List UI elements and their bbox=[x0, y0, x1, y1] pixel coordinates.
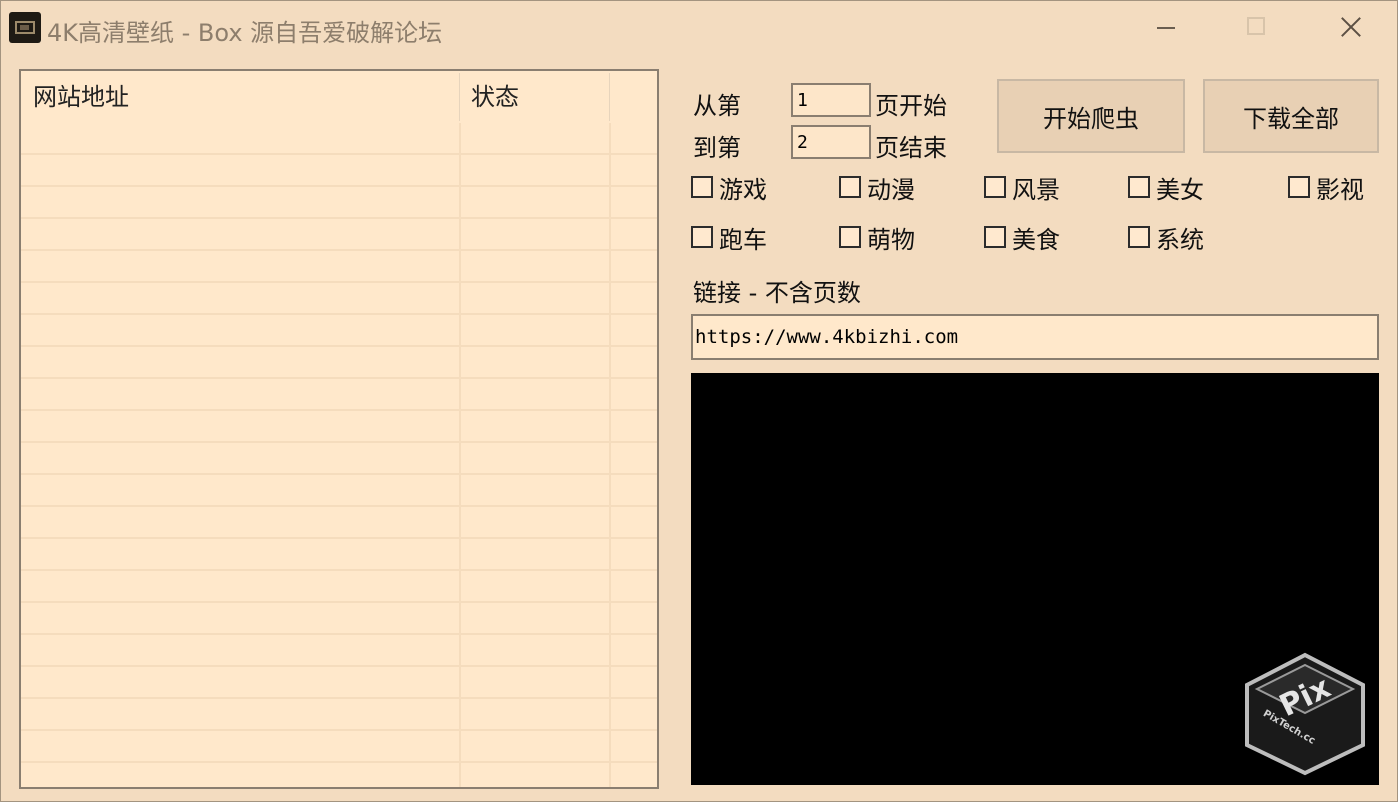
checkbox-box[interactable] bbox=[839, 226, 861, 248]
title-bar[interactable]: 4K高清壁纸 - Box 源自吾爱破解论坛 bbox=[1, 1, 1397, 53]
table-row[interactable] bbox=[21, 187, 657, 219]
url-status-list[interactable]: 网站地址 状态 bbox=[19, 69, 659, 789]
checkbox-label: 游戏 bbox=[719, 175, 767, 204]
table-row[interactable] bbox=[21, 123, 657, 155]
checkbox-label: 美食 bbox=[1012, 225, 1060, 254]
category-checkbox-beauty[interactable]: 美女 bbox=[1128, 172, 1204, 204]
table-row[interactable] bbox=[21, 699, 657, 731]
checkbox-box[interactable] bbox=[1128, 176, 1150, 198]
checkbox-label: 跑车 bbox=[719, 225, 767, 254]
checkbox-label: 风景 bbox=[1012, 175, 1060, 204]
table-row[interactable] bbox=[21, 283, 657, 315]
checkbox-label: 美女 bbox=[1156, 175, 1204, 204]
table-row[interactable] bbox=[21, 411, 657, 443]
log-output-panel[interactable]: Pix PixTech.cc bbox=[691, 373, 1379, 785]
table-row[interactable] bbox=[21, 443, 657, 475]
checkbox-box[interactable] bbox=[839, 176, 861, 198]
list-rows bbox=[21, 123, 657, 787]
checkbox-box[interactable] bbox=[691, 226, 713, 248]
table-row[interactable] bbox=[21, 763, 657, 787]
checkbox-box[interactable] bbox=[691, 176, 713, 198]
table-row[interactable] bbox=[21, 635, 657, 667]
checkbox-box[interactable] bbox=[1288, 176, 1310, 198]
window-title: 4K高清壁纸 - Box 源自吾爱破解论坛 bbox=[47, 19, 443, 47]
table-row[interactable] bbox=[21, 539, 657, 571]
category-checkbox-anime[interactable]: 动漫 bbox=[839, 172, 915, 204]
table-row[interactable] bbox=[21, 155, 657, 187]
to-page-label: 到第 bbox=[693, 134, 741, 162]
checkbox-label: 系统 bbox=[1156, 225, 1204, 254]
app-window: 4K高清壁纸 - Box 源自吾爱破解论坛 网站地址 状态 从第 页开始 到第 … bbox=[0, 0, 1398, 802]
close-button[interactable] bbox=[1327, 1, 1373, 53]
table-row[interactable] bbox=[21, 315, 657, 347]
checkbox-box[interactable] bbox=[1128, 226, 1150, 248]
app-icon bbox=[9, 12, 41, 43]
table-row[interactable] bbox=[21, 251, 657, 283]
start-crawl-button[interactable]: 开始爬虫 bbox=[997, 79, 1185, 153]
table-row[interactable] bbox=[21, 379, 657, 411]
minimize-button[interactable] bbox=[1141, 1, 1187, 53]
category-checkbox-scenery[interactable]: 风景 bbox=[984, 172, 1060, 204]
from-page-input[interactable] bbox=[791, 83, 871, 117]
table-row[interactable] bbox=[21, 731, 657, 763]
to-page-suffix: 页结束 bbox=[875, 134, 947, 162]
from-page-suffix: 页开始 bbox=[875, 92, 947, 120]
checkbox-box[interactable] bbox=[984, 226, 1006, 248]
column-divider[interactable] bbox=[609, 73, 610, 121]
checkbox-label: 动漫 bbox=[867, 175, 915, 204]
download-all-button[interactable]: 下载全部 bbox=[1203, 79, 1379, 153]
table-row[interactable] bbox=[21, 219, 657, 251]
base-url-input[interactable] bbox=[691, 314, 1379, 360]
grid-line bbox=[459, 123, 461, 787]
table-row[interactable] bbox=[21, 667, 657, 699]
category-checkbox-film[interactable]: 影视 bbox=[1288, 172, 1364, 204]
table-row[interactable] bbox=[21, 603, 657, 635]
column-header-status[interactable]: 状态 bbox=[459, 71, 609, 123]
table-row[interactable] bbox=[21, 571, 657, 603]
category-checkbox-cars[interactable]: 跑车 bbox=[691, 222, 767, 254]
maximize-button[interactable] bbox=[1234, 1, 1280, 53]
link-label: 链接 - 不含页数 bbox=[693, 279, 861, 307]
category-checkbox-food[interactable]: 美食 bbox=[984, 222, 1060, 254]
table-row[interactable] bbox=[21, 475, 657, 507]
table-row[interactable] bbox=[21, 347, 657, 379]
to-page-input[interactable] bbox=[791, 125, 871, 159]
checkbox-label: 影视 bbox=[1316, 175, 1364, 204]
pixtech-watermark-icon: Pix PixTech.cc bbox=[1245, 652, 1365, 776]
checkbox-label: 萌物 bbox=[867, 225, 915, 254]
list-header: 网站地址 状态 bbox=[21, 71, 657, 123]
column-header-url[interactable]: 网站地址 bbox=[21, 71, 459, 123]
checkbox-box[interactable] bbox=[984, 176, 1006, 198]
category-checkbox-games[interactable]: 游戏 bbox=[691, 172, 767, 204]
category-checkbox-system[interactable]: 系统 bbox=[1128, 222, 1204, 254]
table-row[interactable] bbox=[21, 507, 657, 539]
from-page-label: 从第 bbox=[693, 92, 741, 120]
grid-line bbox=[609, 123, 611, 787]
category-checkbox-pets[interactable]: 萌物 bbox=[839, 222, 915, 254]
